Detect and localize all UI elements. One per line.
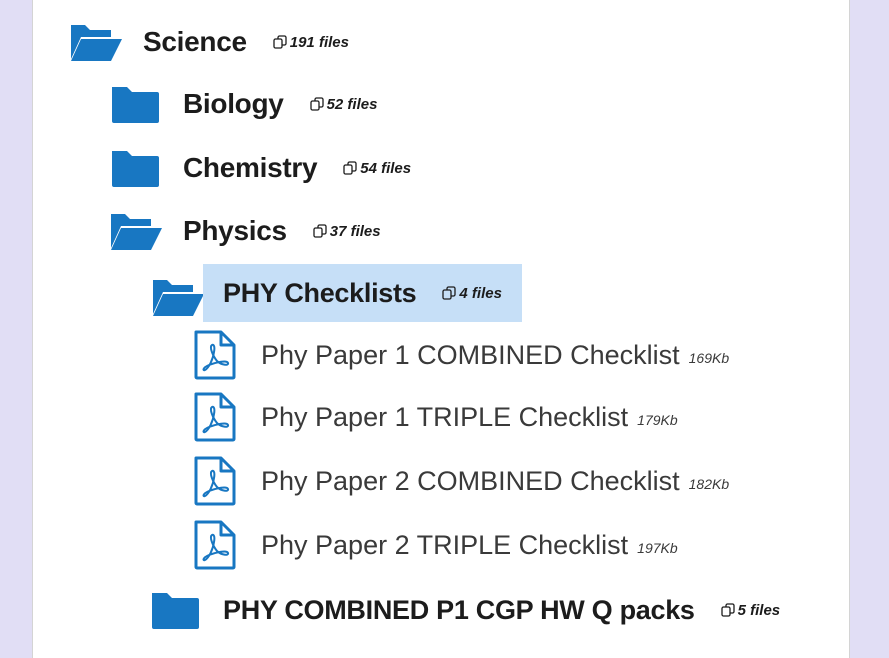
- tree-item-science[interactable]: Science 191 files: [69, 14, 349, 70]
- tree-item-phy-checklists[interactable]: PHY Checklists 4 files: [151, 264, 522, 322]
- file-count: 52 files: [309, 95, 378, 113]
- file-count-text: 191 files: [289, 33, 349, 51]
- file-count-text: 37 files: [329, 222, 381, 240]
- selected-highlight[interactable]: PHY Checklists 4 files: [203, 264, 522, 322]
- tree-item-label: Biology: [183, 88, 284, 119]
- pdf-icon: [194, 520, 236, 570]
- folder-icon: [152, 593, 199, 629]
- file-count: 37 files: [313, 223, 381, 240]
- folder-icon: [112, 151, 159, 187]
- tree-item-label: Physics: [183, 215, 287, 246]
- tree-item-physics[interactable]: Physics 37 files: [109, 203, 381, 259]
- file-count-text: 54 files: [360, 159, 412, 177]
- file-count: 5 files: [720, 601, 781, 619]
- file-count: 54 files: [343, 160, 411, 177]
- file-tree-panel: Science 191 files Biology 52 files Chemi…: [32, 0, 850, 658]
- copy-icon: [442, 286, 457, 300]
- file-name: Phy Paper 1 TRIPLE Checklist: [261, 401, 629, 432]
- tree-item-label: PHY Checklists: [223, 277, 417, 308]
- file-name: Phy Paper 1 COMBINED Checklist: [261, 339, 680, 370]
- folder-icon: [112, 87, 159, 123]
- file-item[interactable]: Phy Paper 2 TRIPLE Checklist 197Kb: [193, 518, 678, 572]
- file-size: 169Kb: [688, 350, 730, 366]
- copy-icon: [313, 224, 327, 238]
- file-size: 179Kb: [637, 412, 678, 428]
- file-name: Phy Paper 2 TRIPLE Checklist: [261, 529, 629, 560]
- tree-item-label: PHY COMBINED P1 CGP HW Q packs: [223, 594, 695, 625]
- copy-icon: [720, 603, 735, 617]
- file-item[interactable]: Phy Paper 1 COMBINED Checklist 169Kb: [193, 328, 729, 382]
- copy-icon: [309, 97, 324, 111]
- file-count-text: 4 files: [459, 284, 502, 302]
- pdf-icon: [194, 456, 236, 506]
- folder-icon-partial: [151, 652, 199, 658]
- file-item[interactable]: Phy Paper 2 COMBINED Checklist 182Kb: [193, 454, 729, 508]
- file-name: Phy Paper 2 COMBINED Checklist: [261, 465, 680, 496]
- folder-open-icon: [153, 280, 204, 316]
- tree-item-label: Science: [143, 26, 247, 57]
- file-item[interactable]: Phy Paper 1 TRIPLE Checklist 179Kb: [193, 390, 678, 444]
- folder-open-icon: [71, 25, 122, 61]
- pdf-icon: [194, 392, 236, 442]
- copy-icon: [343, 161, 357, 175]
- file-count-text: 5 files: [737, 601, 781, 619]
- pdf-icon: [194, 330, 236, 380]
- copy-icon: [273, 35, 287, 49]
- folder-open-icon: [111, 214, 162, 250]
- file-count: 4 files: [442, 285, 502, 302]
- file-size: 182Kb: [688, 476, 730, 492]
- file-count-text: 52 files: [326, 95, 378, 113]
- file-count: 191 files: [273, 34, 349, 51]
- tree-item-biology[interactable]: Biology 52 files: [111, 76, 377, 132]
- tree-item-label: Chemistry: [183, 152, 318, 183]
- file-size: 197Kb: [637, 540, 678, 556]
- tree-item-chemistry[interactable]: Chemistry 54 files: [111, 140, 411, 196]
- tree-item-phy-combined-p1[interactable]: PHY COMBINED P1 CGP HW Q packs 5 files: [151, 582, 780, 638]
